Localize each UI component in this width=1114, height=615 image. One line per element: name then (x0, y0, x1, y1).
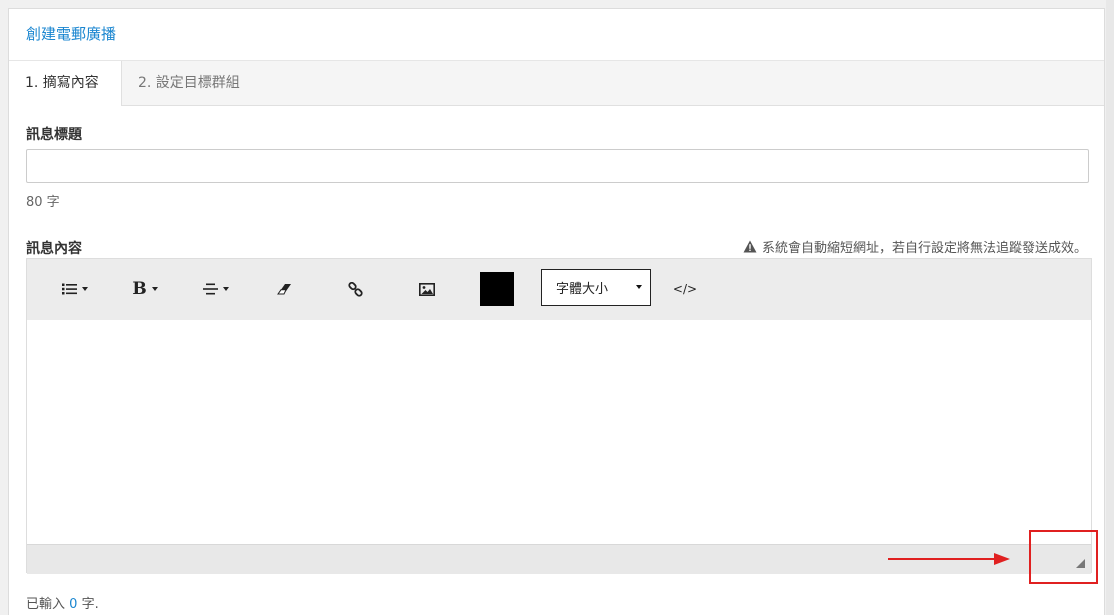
editor-toolbar: B 字體大小 </> (27, 259, 1091, 320)
chevron-down-icon (223, 287, 229, 291)
image-button[interactable] (415, 275, 439, 303)
tab-target-group[interactable]: 2. 設定目標群組 (122, 61, 256, 106)
url-shorten-notice-text: 系統會自動縮短網址，若自行設定將無法追蹤發送成效。 (761, 241, 1087, 256)
bold-icon: B (132, 279, 147, 299)
chevron-down-icon (151, 287, 158, 291)
list-icon (62, 283, 77, 295)
char-count-value: 0 (69, 597, 78, 612)
rich-text-editor: B 字體大小 </> (26, 258, 1092, 574)
content-label: 訊息內容 (26, 241, 82, 257)
align-dropdown-button[interactable] (199, 275, 233, 303)
link-icon (347, 281, 363, 297)
char-count-prefix: 已輸入 (26, 597, 66, 612)
bold-dropdown-button[interactable]: B (130, 275, 160, 303)
font-size-dropdown[interactable]: 字體大小 (541, 269, 651, 306)
subject-label: 訊息標題 (26, 127, 82, 143)
annotation-highlight-box (1029, 530, 1098, 584)
chevron-down-icon (636, 285, 642, 289)
annotation-arrow-icon (888, 553, 1010, 565)
char-count-line: 已輸入 0 字. (26, 593, 99, 612)
code-icon: </> (672, 282, 698, 296)
warning-triangle-icon (743, 240, 757, 253)
chevron-down-icon (82, 287, 88, 291)
editor-content-area[interactable] (27, 320, 1091, 543)
broadcast-panel: 創建電郵廣播 1. 摘寫內容 2. 設定目標群組 訊息標題 80 字 訊息內容 … (8, 8, 1105, 615)
tab-bar: 1. 摘寫內容 2. 設定目標群組 (9, 61, 1104, 106)
align-center-icon (203, 283, 218, 295)
subject-limit-hint: 80 字 (26, 195, 60, 210)
list-dropdown-button[interactable] (57, 275, 93, 303)
image-icon (419, 282, 435, 296)
eraser-icon (277, 284, 291, 295)
font-size-label: 字體大小 (556, 282, 609, 297)
link-button[interactable] (343, 275, 367, 303)
panel-title: 創建電郵廣播 (26, 25, 117, 43)
url-shorten-notice: 系統會自動縮短網址，若自行設定將無法追蹤發送成效。 (743, 237, 1087, 256)
window-edge (1106, 0, 1114, 615)
code-view-button[interactable]: </> (673, 275, 697, 303)
tab-compose-content[interactable]: 1. 摘寫內容 (9, 61, 122, 106)
subject-input[interactable] (26, 149, 1089, 183)
text-color-button[interactable] (480, 272, 514, 306)
clear-format-button[interactable] (272, 275, 296, 303)
char-count-suffix: 字. (81, 597, 99, 612)
